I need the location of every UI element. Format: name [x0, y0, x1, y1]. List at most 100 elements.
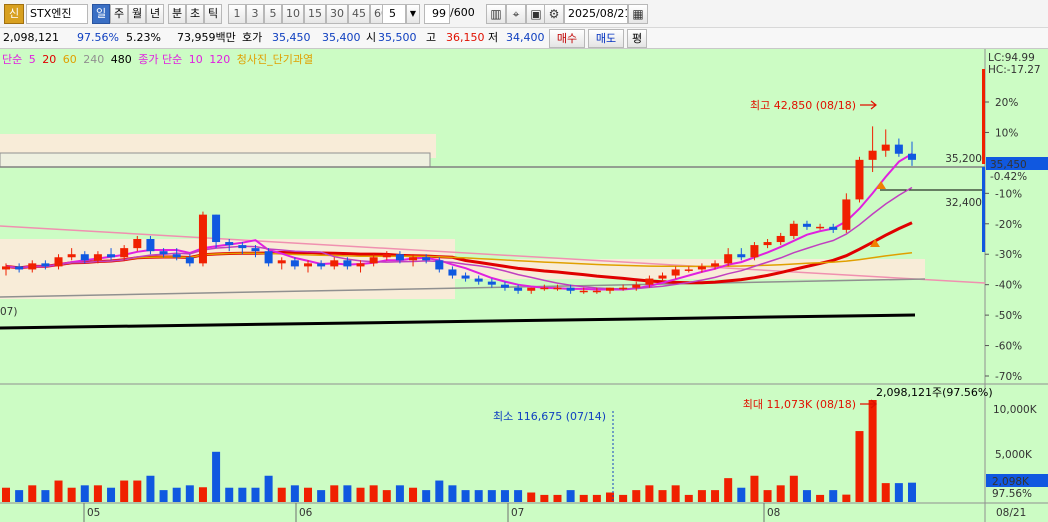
volume-bar	[290, 485, 299, 502]
volume-bar	[409, 487, 418, 502]
volume-bar	[514, 490, 523, 502]
hc-label: HC:-17.27	[988, 64, 1041, 76]
current-price-label: 35,450	[990, 159, 1027, 171]
legend-ma240: 240	[83, 53, 105, 66]
legend-ma480: 480	[110, 53, 132, 66]
current-volume-label: 2,098K	[992, 476, 1030, 488]
crosshair-icon[interactable]: ⌖	[506, 4, 526, 24]
volume-tick-label: 10,000K	[993, 404, 1038, 416]
volume-bar	[15, 490, 24, 502]
volume-bar	[566, 490, 575, 502]
stock-name-field[interactable]: STX엔진	[26, 4, 88, 24]
max-volume-annotation: 최대 11,073K (08/18)	[743, 398, 856, 411]
interval-value-field[interactable]: 5	[382, 4, 406, 24]
candle-body	[868, 150, 877, 160]
interval-10-button[interactable]: 10	[282, 4, 304, 24]
candle-body	[277, 260, 286, 264]
candle-body	[54, 257, 63, 267]
volume-bar	[146, 475, 155, 502]
volume-bar	[763, 490, 772, 502]
candle-body	[382, 254, 391, 258]
calendar-icon[interactable]: ▦	[628, 4, 648, 24]
candle-body	[829, 226, 838, 230]
ask-label: 호가	[242, 31, 263, 44]
legend-ma60: 60	[62, 53, 77, 66]
price-tick-label: -10%	[995, 188, 1022, 200]
candle-body	[671, 269, 680, 276]
volume-bar	[697, 490, 706, 502]
candle-body	[251, 248, 260, 252]
interval-5-button[interactable]: 5	[264, 4, 282, 24]
interval-1-button[interactable]: 1	[228, 4, 246, 24]
buy-button[interactable]: 매수	[549, 29, 585, 48]
candle-body	[369, 257, 378, 264]
logo-badge: 신	[4, 4, 24, 24]
chart-toolbar: 신 STX엔진 일 주 월 년 분 초 틱 1 3 5 10 15 30 45 …	[0, 0, 1048, 28]
volume-bar	[435, 480, 444, 502]
eval-button[interactable]: 평	[627, 29, 647, 48]
sell-button[interactable]: 매도	[588, 29, 624, 48]
volume-tick-label: 5,000K	[995, 449, 1033, 461]
candle-body	[461, 275, 470, 279]
candle-body	[500, 284, 509, 288]
volume-bar	[251, 487, 260, 502]
candle-body	[579, 290, 588, 293]
interval-30-button[interactable]: 30	[326, 4, 348, 24]
volume-bar	[198, 487, 207, 502]
candle-body	[330, 260, 339, 267]
save-icon[interactable]: ▣	[526, 4, 546, 24]
month-label: 06	[299, 507, 313, 519]
candle-body	[855, 159, 864, 200]
candle-body	[514, 287, 523, 291]
ma-legend: 단순 5 20 60 240 480 종가 단순 10 120 청사진_단기과열	[2, 51, 316, 67]
volume-bar	[855, 431, 864, 502]
date-field[interactable]: 2025/08/21	[564, 4, 628, 24]
candle-body	[802, 223, 811, 227]
candle-body	[304, 263, 312, 267]
period-monthly-button[interactable]: 월	[128, 4, 146, 24]
volume-bar	[619, 494, 628, 502]
candle-body	[553, 287, 562, 290]
gear-icon[interactable]: ⚙	[544, 4, 564, 24]
volume-bar	[159, 490, 168, 502]
price-tick-label: -20%	[995, 219, 1022, 231]
candle-body	[737, 254, 746, 258]
candle-body	[146, 239, 155, 252]
period-yearly-button[interactable]: 년	[146, 4, 164, 24]
period-tick-button[interactable]: 틱	[204, 4, 222, 24]
candle-body	[894, 144, 903, 154]
candle-body	[198, 214, 207, 264]
volume-bar	[737, 487, 746, 502]
chart-area[interactable]: 단순 5 20 60 240 480 종가 단순 10 120 청사진_단기과열…	[0, 49, 1048, 522]
interval-3-button[interactable]: 3	[246, 4, 264, 24]
candle-body	[15, 266, 24, 270]
candle-body	[264, 251, 273, 264]
chart-type-icon[interactable]: ▥	[486, 4, 506, 24]
count-field[interactable]: 99	[424, 4, 450, 24]
price-tick-label: -50%	[995, 310, 1022, 322]
buy-signal-icon	[876, 181, 886, 189]
legend-ma120: 120	[209, 53, 231, 66]
candle-body	[763, 242, 772, 246]
volume-bar	[894, 483, 903, 502]
period-weekly-button[interactable]: 주	[110, 4, 128, 24]
price-tick-label: -70%	[995, 371, 1022, 383]
period-second-button[interactable]: 초	[186, 4, 204, 24]
volume-bar	[422, 490, 431, 502]
volume-ratio: 97.56%	[77, 31, 119, 44]
legend-extra-label: 청사진_단기과열	[236, 53, 314, 66]
candle-body	[684, 269, 693, 271]
volume-bar	[395, 485, 404, 502]
candle-body	[107, 254, 116, 258]
interval-dropdown-button[interactable]: ▼	[406, 4, 420, 24]
volume-bar	[28, 485, 37, 502]
lc-label: LC:94.99	[988, 52, 1035, 64]
min-volume-annotation: 최소 116,675 (07/14)	[493, 410, 606, 423]
interval-15-button[interactable]: 15	[304, 4, 326, 24]
price-volume-chart[interactable]: LC:94.99HC:-17.27 20% 10% -10% -20% -30% -40% -…	[0, 49, 1048, 522]
volume-bar	[238, 487, 247, 502]
interval-45-button[interactable]: 45	[348, 4, 370, 24]
volume-bar	[2, 487, 10, 502]
period-minute-button[interactable]: 분	[168, 4, 186, 24]
period-daily-button[interactable]: 일	[92, 4, 110, 24]
